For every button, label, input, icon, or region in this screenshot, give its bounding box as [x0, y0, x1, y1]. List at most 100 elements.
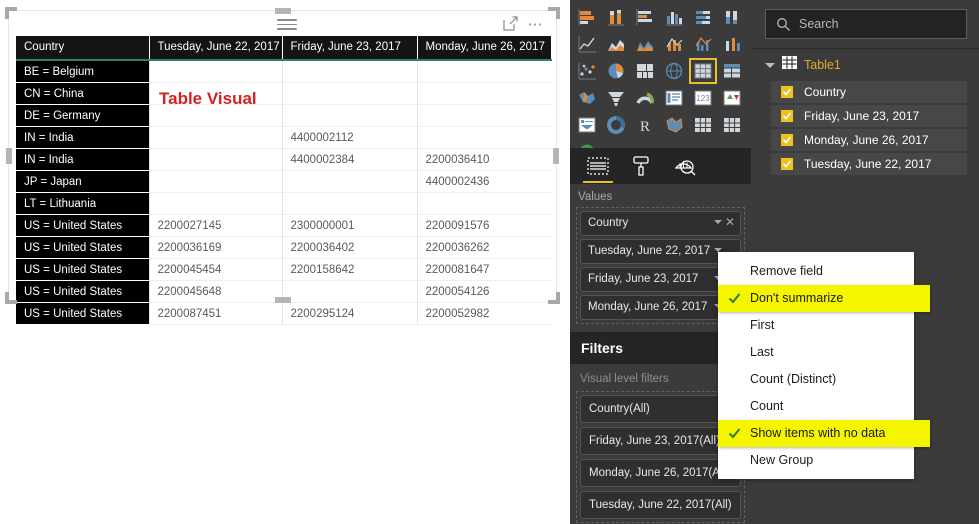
- context-menu-item-label: Remove field: [750, 264, 823, 278]
- table-row[interactable]: JP = Japan 4400002436: [16, 170, 551, 193]
- table-row[interactable]: IN = India 4400002112: [16, 126, 551, 149]
- line-and-stacked-column-chart-icon[interactable]: [660, 31, 688, 57]
- tab-format[interactable]: [621, 151, 661, 181]
- funnel-icon[interactable]: [602, 85, 630, 111]
- scatter-chart-icon[interactable]: [573, 58, 601, 84]
- values-field-chip[interactable]: Tuesday, June 22, 2017: [580, 239, 741, 264]
- context-menu-item[interactable]: New Group: [718, 447, 914, 474]
- search-input[interactable]: Search: [799, 17, 839, 31]
- cell-country: IN = India: [16, 148, 149, 171]
- table-row[interactable]: US = United States 2200045454 2200158642 22…: [16, 258, 551, 281]
- context-menu-item-label: Count: [750, 399, 784, 413]
- line-chart-icon[interactable]: [573, 31, 601, 57]
- menu-icon[interactable]: [277, 19, 297, 30]
- table-row[interactable]: US = United States 2200036169 2200036402 22…: [16, 236, 551, 259]
- field-list-item[interactable]: Friday, June 23, 2017: [771, 105, 967, 127]
- matrix-icon[interactable]: [718, 58, 746, 84]
- search-box[interactable]: Search: [765, 9, 967, 39]
- column-header-monday[interactable]: Monday, June 26, 2017: [417, 36, 552, 61]
- close-icon[interactable]: ✕: [725, 215, 735, 230]
- field-label: Friday, June 23, 2017: [804, 109, 920, 123]
- context-menu-item[interactable]: Last: [718, 339, 914, 366]
- context-menu-item[interactable]: Don't summarize: [718, 285, 930, 312]
- donut-chart-icon[interactable]: [602, 112, 630, 138]
- resize-handle-top[interactable]: [274, 8, 291, 14]
- table-icon[interactable]: [689, 58, 717, 84]
- slicer-icon[interactable]: [573, 112, 601, 138]
- context-menu-item[interactable]: Count: [718, 393, 914, 420]
- chevron-down-icon[interactable]: [714, 220, 722, 224]
- filter-chip[interactable]: Tuesday, June 22, 2017(All): [580, 491, 741, 519]
- fields-table-node[interactable]: Table1: [751, 49, 979, 81]
- table-row[interactable]: BE = Belgium: [16, 60, 551, 83]
- kpi-icon[interactable]: [718, 85, 746, 111]
- stacked-column-chart-icon[interactable]: [602, 4, 630, 30]
- resize-handle-bottom[interactable]: [274, 297, 291, 303]
- ribbon-chart-icon[interactable]: [718, 31, 746, 57]
- checkbox-checked-icon[interactable]: [781, 110, 793, 122]
- table-visual[interactable]: Country Tuesday, June 22, 2017 Friday, J…: [16, 36, 552, 325]
- values-field-chip[interactable]: Monday, June 26, 2017: [580, 295, 741, 320]
- stacked-bar-chart-icon[interactable]: [573, 4, 601, 30]
- hundred-percent-stacked-column-chart-icon[interactable]: [718, 4, 746, 30]
- resize-handle-left[interactable]: [6, 147, 12, 164]
- table-visual-container[interactable]: ⋯ Country Tuesday, June 22, 2017 Friday,…: [5, 7, 559, 325]
- tab-analytics[interactable]: [665, 151, 705, 181]
- r-script-visual-icon[interactable]: R: [631, 112, 659, 138]
- context-menu-item[interactable]: Show items with no data: [718, 420, 930, 447]
- line-and-clustered-column-chart-icon[interactable]: [689, 31, 717, 57]
- checkbox-checked-icon[interactable]: [781, 134, 793, 146]
- table-row[interactable]: CN = China: [16, 82, 551, 105]
- shape-map-icon[interactable]: [660, 112, 688, 138]
- column-header-tuesday[interactable]: Tuesday, June 22, 2017: [149, 36, 283, 61]
- context-menu-item[interactable]: First: [718, 312, 914, 339]
- values-field-chip[interactable]: Country ✕: [580, 211, 741, 236]
- report-canvas[interactable]: ⋯ Country Tuesday, June 22, 2017 Friday,…: [0, 0, 570, 524]
- filter-chip[interactable]: Friday, June 23, 2017(All): [580, 427, 741, 455]
- table-row[interactable]: US = United States 2200027145 2300000001 22…: [16, 214, 551, 237]
- visualization-type-gallery[interactable]: 123R⋯: [573, 4, 749, 166]
- pie-chart-icon[interactable]: [602, 58, 630, 84]
- cell-value: [416, 82, 551, 105]
- chevron-down-icon[interactable]: [765, 62, 775, 68]
- values-title: Values: [578, 191, 613, 203]
- column-header-country[interactable]: Country: [16, 36, 150, 61]
- filled-map-icon[interactable]: [573, 85, 601, 111]
- field-label: Country: [804, 85, 847, 99]
- values-field-chip[interactable]: Friday, June 23, 2017: [580, 267, 741, 292]
- field-list-item[interactable]: Country: [771, 81, 967, 103]
- checkbox-checked-icon[interactable]: [781, 158, 793, 170]
- field-list-item[interactable]: Tuesday, June 22, 2017: [771, 153, 967, 175]
- matrix-alt-icon[interactable]: [689, 112, 717, 138]
- context-menu-item[interactable]: Remove field: [718, 258, 914, 285]
- gauge-icon[interactable]: [631, 85, 659, 111]
- clustered-bar-chart-icon[interactable]: [631, 4, 659, 30]
- table-row[interactable]: DE = Germany: [16, 104, 551, 127]
- area-chart-icon[interactable]: [602, 31, 630, 57]
- column-header-friday[interactable]: Friday, June 23, 2017: [282, 36, 418, 61]
- field-context-menu[interactable]: Remove field Don't summarize First Last Coun…: [718, 252, 930, 479]
- card-icon[interactable]: 123: [689, 85, 717, 111]
- tab-fields[interactable]: [578, 151, 618, 183]
- more-options-icon[interactable]: ⋯: [528, 17, 545, 32]
- field-list-item[interactable]: Monday, June 26, 2017: [771, 129, 967, 151]
- table-alt-icon[interactable]: [718, 112, 746, 138]
- multi-row-card-icon[interactable]: [660, 85, 688, 111]
- focus-mode-icon[interactable]: [503, 16, 518, 31]
- cell-value: 2200052982: [416, 302, 551, 325]
- table-row[interactable]: LT = Lithuania: [16, 192, 551, 215]
- stacked-area-chart-icon[interactable]: [631, 31, 659, 57]
- filter-chip[interactable]: Monday, June 26, 2017(All): [580, 459, 741, 487]
- clustered-column-chart-icon[interactable]: [660, 4, 688, 30]
- resize-handle-right[interactable]: [553, 147, 559, 164]
- table-row[interactable]: IN = India 4400002384 2200036410: [16, 148, 551, 171]
- treemap-icon[interactable]: [631, 58, 659, 84]
- cell-value: [148, 192, 282, 215]
- filter-chip[interactable]: Country(All): [580, 395, 741, 423]
- map-icon[interactable]: [660, 58, 688, 84]
- checkbox-checked-icon[interactable]: [781, 86, 793, 98]
- hundred-percent-stacked-bar-chart-icon[interactable]: [689, 4, 717, 30]
- table-row[interactable]: US = United States 2200087451 2200295124 22…: [16, 302, 551, 325]
- cell-country: IN = India: [16, 126, 149, 149]
- context-menu-item[interactable]: Count (Distinct): [718, 366, 914, 393]
